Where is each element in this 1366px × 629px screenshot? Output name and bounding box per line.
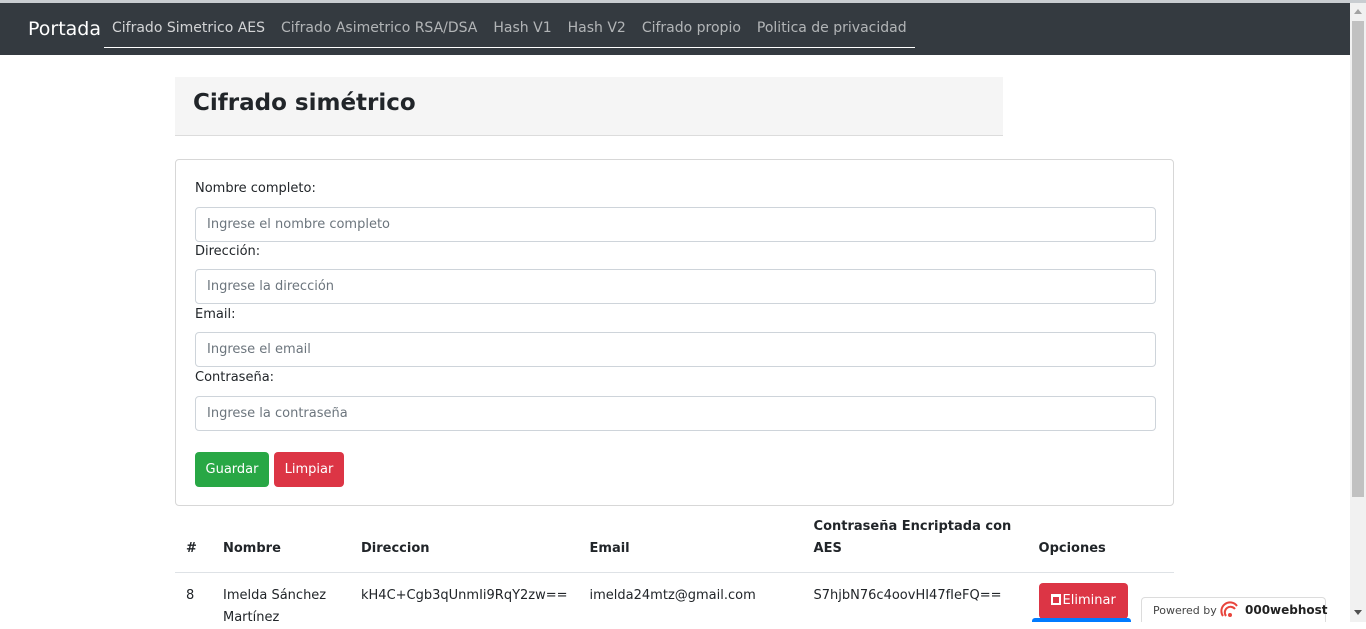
address-label: Dirección: — [195, 244, 260, 259]
password-label: Contraseña: — [195, 370, 274, 385]
users-table: # Nombre Direccion Email Contraseña Encr… — [175, 516, 1174, 629]
save-button[interactable]: Guardar — [195, 452, 269, 487]
scroll-down-arrow-icon[interactable] — [1354, 610, 1362, 615]
col-header-options: Opciones — [1028, 516, 1174, 573]
address-input[interactable] — [195, 269, 1156, 304]
delete-button-label: Eliminar — [1063, 593, 1116, 608]
col-header-id: # — [175, 516, 212, 573]
nav-link-cifrado-propio[interactable]: Cifrado propio — [634, 3, 749, 47]
cell-name: Imelda Sánchez Martínez — [212, 573, 350, 629]
nav-link-privacy[interactable]: Politica de privacidad — [749, 3, 915, 47]
name-input[interactable] — [195, 207, 1156, 242]
col-header-name: Nombre — [212, 516, 350, 573]
table-row: 8 Imelda Sánchez Martínez kH4C+Cgb3qUnmI… — [175, 573, 1174, 629]
trash-icon — [1051, 594, 1061, 605]
user-form-card: Nombre completo: Dirección: Email: Contr… — [175, 159, 1174, 506]
scroll-up-arrow-icon[interactable] — [1354, 9, 1362, 14]
cell-address: kH4C+Cgb3qUnmIi9RqY2zw== — [350, 573, 579, 629]
webhost-logo-icon — [1220, 601, 1240, 619]
password-input[interactable] — [195, 396, 1156, 431]
webhost-name: 000webhost — [1245, 603, 1328, 617]
brand-link[interactable]: Portada — [28, 18, 101, 40]
cell-email: imelda24mtz@gmail.com — [579, 573, 803, 629]
nav-link-hash-v1[interactable]: Hash V1 — [485, 3, 559, 47]
cell-id: 8 — [175, 573, 212, 629]
nav-link-aes[interactable]: Cifrado Simetrico AES — [104, 3, 273, 47]
col-header-address: Direccion — [350, 516, 579, 573]
hosting-badge[interactable]: Powered by 000webhost — [1141, 597, 1326, 622]
vertical-scrollbar[interactable] — [1350, 3, 1366, 622]
col-header-email: Email — [579, 516, 803, 573]
page-title: Cifrado simétrico — [193, 90, 416, 116]
page-header: Cifrado simétrico — [175, 77, 1003, 136]
table-header-row: # Nombre Direccion Email Contraseña Encr… — [175, 516, 1174, 573]
nav-link-rsa-dsa[interactable]: Cifrado Asimetrico RSA/DSA — [273, 3, 485, 47]
cell-encrypted-password: S7hjbN76c4oovHI47fIeFQ== — [803, 573, 1028, 629]
col-header-encrypted-password: Contraseña Encriptada con AES — [803, 516, 1028, 573]
delete-button[interactable]: Eliminar — [1039, 583, 1128, 619]
email-label: Email: — [195, 307, 235, 322]
email-input[interactable] — [195, 332, 1156, 367]
edit-button[interactable] — [1032, 618, 1131, 622]
powered-by-text: Powered by — [1153, 604, 1217, 617]
nav-links: Cifrado Simetrico AES Cifrado Asimetrico… — [104, 3, 915, 48]
clear-button[interactable]: Limpiar — [274, 452, 344, 487]
name-label: Nombre completo: — [195, 181, 316, 196]
navbar: Portada Cifrado Simetrico AES Cifrado As… — [0, 3, 1350, 55]
nav-link-hash-v2[interactable]: Hash V2 — [560, 3, 634, 47]
scroll-thumb[interactable] — [1352, 21, 1364, 497]
